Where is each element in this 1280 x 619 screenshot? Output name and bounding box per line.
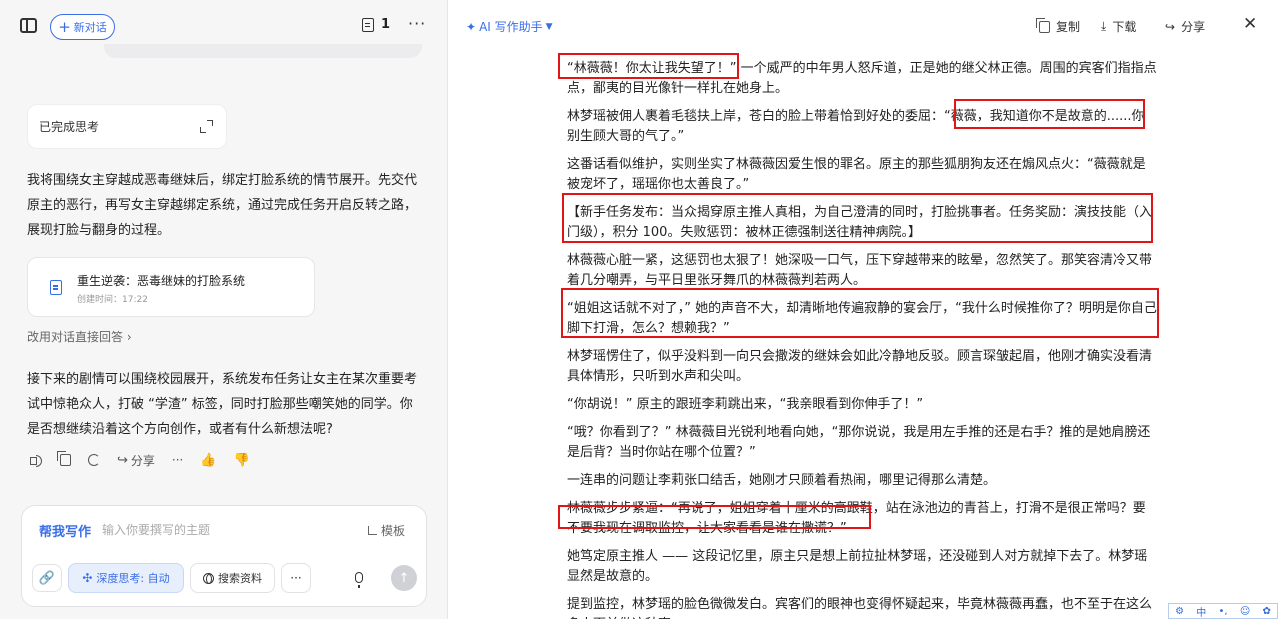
ime-punctuation-icon[interactable]: •, — [1219, 606, 1228, 617]
dislike-button[interactable]: 👎 — [234, 453, 250, 468]
highlight-box-2 — [954, 99, 1145, 129]
document-card-time: 创建时间：17:22 — [77, 295, 148, 305]
highlight-box-5 — [558, 505, 871, 529]
paragraph: 林梦瑶愣住了，似乎没料到一向只会撒泼的继妹会如此冷静地反驳。顾言琛皱起眉，他刚才… — [567, 349, 1153, 384]
copy-icon — [1036, 17, 1050, 33]
copy-button[interactable] — [57, 451, 71, 466]
chat-panel: + 新对话 1 ··· 已完成思考 我将围绕女主穿越成恶毒继妹后，绑定打脸系统的… — [0, 0, 448, 619]
topic-input[interactable]: 输入你要撰写的主题 — [102, 521, 210, 538]
search-web-label: 搜索资料 — [218, 572, 262, 585]
copy-label: 复制 — [1056, 20, 1081, 34]
assistant-message-2: 接下来的剧情可以围绕校园展开，系统发布任务让女主在某次重要考试中惊艳众人，打破 … — [27, 372, 418, 437]
document-card-title: 重生逆袭：恶毒继妹的打脸系统 — [77, 274, 246, 288]
search-web-button[interactable]: 搜索资料 — [190, 563, 275, 593]
regenerate-button[interactable] — [88, 454, 100, 466]
highlight-box-4 — [561, 288, 1159, 338]
microphone-icon[interactable] — [355, 572, 363, 588]
share-document-button[interactable]: ↪ 分享 — [1165, 18, 1205, 35]
close-icon[interactable]: ✕ — [1243, 14, 1257, 34]
highlight-box-3 — [562, 193, 1153, 243]
previous-message-bubble — [104, 44, 422, 58]
plus-icon: + — [58, 17, 71, 36]
share-icon: ↪ — [117, 452, 128, 468]
ime-settings-icon[interactable]: ⚙ — [1175, 606, 1184, 617]
arrow-up-icon: ↑ — [398, 570, 410, 586]
document-body: “林薇薇！你太让我失望了！” 一个威严的中年男人怒斥道，正是她的继父林正德。周围… — [567, 59, 1157, 619]
document-icon — [362, 17, 374, 32]
deep-think-label: 深度思考: 自动 — [96, 572, 170, 585]
attach-button[interactable]: 🔗 — [32, 564, 62, 592]
share-label: 分享 — [130, 453, 155, 468]
document-header: ✦ AI 写作助手 ▼ 复制 ⤓ 下载 ↪ 分享 ✕ — [449, 0, 1280, 52]
expand-icon[interactable] — [200, 120, 213, 133]
thinking-status-label: 已完成思考 — [39, 120, 100, 134]
share-icon: ↪ — [1165, 19, 1176, 34]
template-label: 模板 — [381, 524, 406, 538]
read-aloud-button[interactable] — [30, 454, 43, 467]
download-icon: ⤓ — [1101, 19, 1107, 33]
switch-to-direct-answer-link[interactable]: 改用对话直接回答 › — [27, 328, 132, 345]
ime-language[interactable]: 中 — [1196, 604, 1206, 619]
new-chat-label: 新对话 — [73, 21, 107, 34]
paragraph: “你胡说！” 原主的跟班李莉跳出来，“我亲眼看到你伸手了！” — [567, 397, 924, 412]
more-tools-button[interactable]: ··· — [281, 563, 311, 593]
document-count-button[interactable]: 1 — [362, 17, 390, 32]
copy-document-button[interactable]: 复制 — [1036, 17, 1081, 35]
template-button[interactable]: 模板 — [368, 522, 405, 539]
thinking-status[interactable]: 已完成思考 — [27, 104, 227, 149]
ai-assistant-dropdown[interactable]: ✦ AI 写作助手 ▼ — [466, 18, 553, 35]
paragraph: “哦？你看到了？” 林薇薇目光锐利地看向她，“那你说说，我是用左手推的还是右手？… — [567, 425, 1151, 460]
sidebar-toggle-icon[interactable] — [20, 18, 37, 33]
deep-think-icon: ✣ — [82, 571, 93, 585]
refresh-icon — [88, 454, 100, 466]
download-button[interactable]: ⤓ 下载 — [1101, 18, 1136, 35]
document-count: 1 — [381, 17, 391, 32]
message-actions: ↪ 分享 ··· 👍 👎 — [30, 450, 267, 470]
copy-icon — [57, 451, 71, 466]
paragraph: 一连串的问题让李莉张口结舌，她刚才只顾着看热闹，哪里记得那么清楚。 — [567, 473, 997, 488]
compose-box: 帮我写作 输入你要撰写的主题 模板 🔗 ✣ 深度思考: 自动 搜索资料 ··· … — [21, 505, 427, 607]
ime-tools-icon[interactable]: ✿ — [1262, 606, 1270, 617]
assistant-message-1: 我将围绕女主穿越成恶毒继妹后，绑定打脸系统的情节展开。先交代原主的恶行，再写女主… — [27, 173, 418, 238]
document-card[interactable]: 重生逆袭：恶毒继妹的打脸系统 创建时间：17:22 — [27, 257, 315, 317]
more-options-icon[interactable]: ··· — [408, 14, 426, 33]
deep-think-button[interactable]: ✣ 深度思考: 自动 — [68, 563, 184, 593]
sparkle-icon: ✦ — [466, 19, 477, 34]
highlight-box-1 — [558, 53, 739, 79]
paragraph: 提到监控，林梦瑶的脸色微微发白。宾客们的眼神也变得怀疑起来，毕竟林薇薇再蠢，也不… — [567, 597, 1153, 619]
more-actions-button[interactable]: ··· — [172, 453, 183, 467]
paragraph: 林薇薇心脏一紧，这惩罚也太狠了！她深吸一口气，压下穿越带来的眩晕，忽然笑了。那笑… — [567, 253, 1153, 288]
download-label: 下载 — [1112, 20, 1137, 34]
new-chat-button[interactable]: + 新对话 — [50, 14, 115, 40]
send-button[interactable]: ↑ — [391, 565, 417, 591]
template-icon — [368, 526, 377, 535]
like-button[interactable]: 👍 — [200, 453, 216, 468]
thumbs-up-icon: 👍 — [200, 452, 217, 468]
share-button[interactable]: ↪ 分享 — [117, 452, 155, 469]
speaker-icon — [30, 454, 43, 467]
document-icon — [50, 280, 62, 295]
globe-icon — [203, 572, 214, 584]
chevron-down-icon: ▼ — [545, 21, 553, 32]
share-label: 分享 — [1181, 20, 1206, 34]
paragraph: 这番话看似维护，实则坐实了林薇薇因爱生恨的罪名。原主的那些狐朋狗友还在煽风点火：… — [567, 157, 1146, 192]
paperclip-icon: 🔗 — [38, 570, 56, 586]
ime-toolbar[interactable]: ⚙ 中 •, ☺ ✿ — [1168, 603, 1278, 619]
thumbs-down-icon: 👎 — [233, 452, 250, 468]
help-write-label: 帮我写作 — [39, 525, 92, 540]
switch-link-label: 改用对话直接回答 — [27, 330, 124, 344]
ime-emoji-icon[interactable]: ☺ — [1240, 606, 1250, 617]
ai-assistant-label: AI 写作助手 — [479, 20, 543, 34]
paragraph: 她笃定原主推人 —— 这段记忆里，原主只是想上前拉扯林梦瑶，还没碰到人对方就掉下… — [567, 549, 1148, 584]
